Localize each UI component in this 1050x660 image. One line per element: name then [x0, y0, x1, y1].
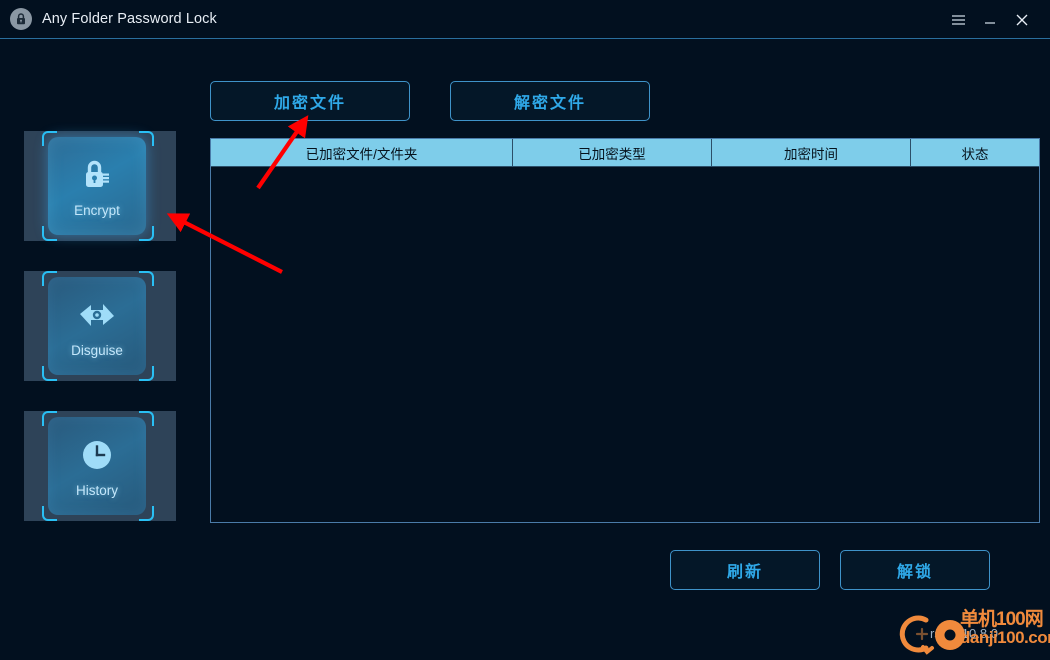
sidebar-item-encrypt[interactable]: Encrypt: [24, 131, 176, 241]
window-controls: [942, 0, 1050, 39]
table-header-row: 已加密文件/文件夹 已加密类型 加密时间 状态: [211, 139, 1039, 167]
column-header-status[interactable]: 状态: [911, 139, 1039, 166]
lock-icon: [10, 8, 32, 30]
close-icon[interactable]: [1006, 0, 1038, 39]
padlock-icon: [78, 154, 116, 196]
refresh-button[interactable]: 刷新: [670, 550, 820, 590]
title-bar: Any Folder Password Lock: [0, 0, 1050, 39]
encrypt-tile[interactable]: Encrypt: [48, 137, 146, 235]
clock-icon: [80, 434, 114, 476]
tab-decrypt-file[interactable]: 解密文件: [450, 81, 650, 121]
window-title: Any Folder Password Lock: [42, 11, 217, 27]
watermark-line-2: danji100.com: [960, 628, 1050, 647]
mask-eye-icon: [77, 294, 117, 336]
tab-encrypt-file[interactable]: 加密文件: [210, 81, 410, 121]
app-window: Any Folder Password Lock Encrypt Disguis…: [0, 0, 1050, 660]
unlock-button[interactable]: 解锁: [840, 550, 990, 590]
column-header-file[interactable]: 已加密文件/文件夹: [211, 139, 513, 166]
watermark-text: 单机100网 danji100.com: [960, 610, 1050, 646]
column-header-time[interactable]: 加密时间: [712, 139, 911, 166]
encrypted-items-table: 已加密文件/文件夹 已加密类型 加密时间 状态: [210, 138, 1040, 523]
sidebar-item-disguise[interactable]: Disguise: [24, 271, 176, 381]
column-header-type[interactable]: 已加密类型: [513, 139, 712, 166]
table-body-empty[interactable]: [211, 167, 1039, 522]
sidebar-label-disguise: Disguise: [71, 343, 123, 358]
history-tile[interactable]: History: [48, 417, 146, 515]
sidebar-item-history[interactable]: History: [24, 411, 176, 521]
sidebar-label-encrypt: Encrypt: [74, 203, 120, 218]
hamburger-menu-icon[interactable]: [942, 0, 974, 39]
minimize-icon[interactable]: [974, 0, 1006, 39]
sidebar: Encrypt Disguise History: [0, 40, 200, 660]
watermark-line-1: 单机100网: [960, 609, 1044, 630]
disguise-tile[interactable]: Disguise: [48, 277, 146, 375]
sidebar-label-history: History: [75, 483, 118, 498]
